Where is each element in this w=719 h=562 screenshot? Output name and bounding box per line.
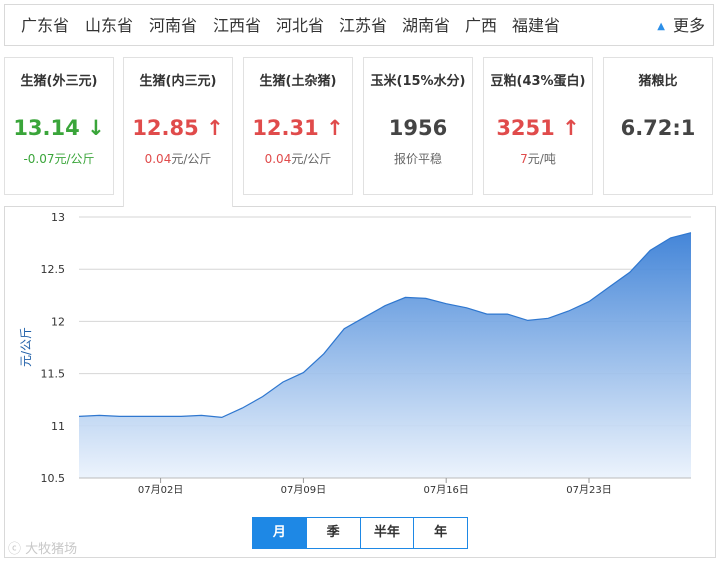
y-tick-label: 10.5 [41,472,66,485]
watermark: ⓒ 大牧猪场 [8,538,77,557]
x-tick-label: 07月09日 [281,484,326,496]
period-quarter-button[interactable]: 季 [307,518,361,548]
y-tick-label: 12.5 [41,263,66,276]
x-tick-label: 07月23日 [566,484,611,496]
period-year-button[interactable]: 年 [414,518,467,548]
period-month-button[interactable]: 月 [253,518,307,548]
period-selector: 月 季 半年 年 [252,517,468,549]
card-price: 12.85 ↑ [124,116,232,140]
watermark-text: 大牧猪场 [25,542,78,557]
price-value: 12.85 [132,116,199,140]
card-change: 0.04元/公斤 [124,152,232,166]
arrow-up-icon: ↑ [206,116,224,140]
y-tick-label: 13 [51,211,65,224]
price-trend-chart: 10.5 11 11.5 12 12.5 13 07月02日 07月09日 07月16日 07月2… [19,211,692,496]
x-tick-label: 07月02日 [138,484,183,496]
y-tick-label: 11.5 [41,368,66,381]
y-axis-label: 元/公斤 [19,327,33,367]
change-unit: 元/公斤 [171,152,212,166]
card-title: 生猪(内三元) [139,74,217,89]
price-card-neisanyuan[interactable]: 生猪(内三元) 12.85 ↑ 0.04元/公斤 [123,57,233,207]
change-value: 0.04 [144,152,172,166]
period-half-year-button[interactable]: 半年 [361,518,415,548]
y-tick-label: 11 [51,420,65,433]
watermark-logo-icon: ⓒ [8,542,22,557]
y-tick-label: 12 [51,315,65,328]
x-tick-label: 07月16日 [423,484,468,496]
